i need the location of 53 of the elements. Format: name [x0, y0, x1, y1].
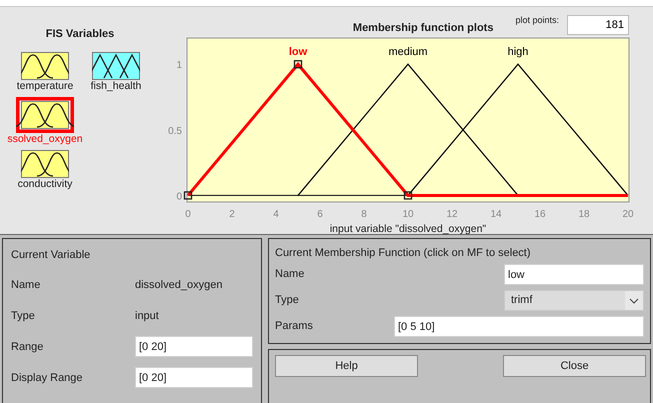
membership-function-label[interactable]: low	[288, 46, 308, 58]
help-button[interactable]: Help	[275, 355, 418, 377]
panel-title: Current Variable	[11, 249, 92, 261]
membership-function-icon[interactable]	[21, 52, 69, 80]
x-tick-label: 10	[402, 209, 414, 220]
x-tick-label: 16	[534, 209, 546, 220]
x-tick-label: 0	[185, 209, 191, 220]
field-label: Display Range	[11, 372, 84, 384]
membership-function-icon[interactable]	[16, 97, 74, 133]
x-tick-label: 8	[361, 209, 367, 220]
field-label: Type	[11, 310, 36, 322]
panel-title: FIS Variables	[46, 28, 114, 40]
field-label: Name	[11, 278, 42, 290]
y-tick-label: 0.5	[168, 126, 182, 137]
y-tick-label: 1	[176, 60, 182, 72]
input-field[interactable]: [0 20]	[135, 367, 253, 388]
field-value: input	[135, 310, 160, 322]
membership-function-label[interactable]: high	[508, 46, 528, 58]
input-field[interactable]: [0 20]	[135, 336, 253, 357]
vertex-handle[interactable]	[184, 191, 192, 200]
membership-curve[interactable]	[298, 63, 518, 196]
vertex-handle[interactable]	[294, 60, 302, 68]
variable-label: fish_health	[90, 80, 142, 92]
x-tick-label: 18	[578, 209, 590, 220]
field-value: dissolved_oxygen	[135, 278, 224, 290]
y-tick-label: 0	[176, 191, 182, 202]
membership-function-label[interactable]: medium	[388, 46, 428, 58]
field-label: Range	[11, 340, 44, 352]
field-label: Name	[275, 268, 304, 280]
plot-points-label: plot points:	[515, 15, 559, 25]
field-label: Params	[275, 320, 313, 332]
variable-label: temperature	[16, 80, 74, 92]
x-tick-label: 12	[446, 209, 458, 220]
membership-function-icon[interactable]	[20, 150, 69, 178]
field-label: Type	[275, 294, 299, 306]
type-dropdown[interactable]: trimf	[504, 290, 644, 310]
x-tick-label: 20	[622, 209, 634, 220]
plot-points-field[interactable]: 181	[567, 15, 629, 35]
variable-label: conductivity	[18, 178, 72, 190]
chevron-down-icon	[625, 290, 643, 310]
variable-label: ssolved_oxygen	[7, 133, 83, 145]
close-button[interactable]: Close	[503, 355, 646, 377]
params-field[interactable]: [0 5 10]	[394, 316, 644, 336]
membership-function-icon[interactable]	[92, 52, 140, 80]
vertex-handle[interactable]	[404, 191, 412, 200]
name-field[interactable]: low	[504, 264, 644, 284]
panel-title: Current Membership Function (click on MF to select)	[275, 247, 532, 259]
x-tick-label: 14	[490, 209, 502, 220]
x-axis-label: input variable "dissolved_oxygen"	[330, 223, 486, 234]
x-tick-label: 6	[317, 209, 323, 220]
x-tick-label: 4	[273, 209, 279, 220]
plot-title: Membership function plots	[352, 22, 494, 34]
x-tick-label: 2	[229, 209, 235, 220]
